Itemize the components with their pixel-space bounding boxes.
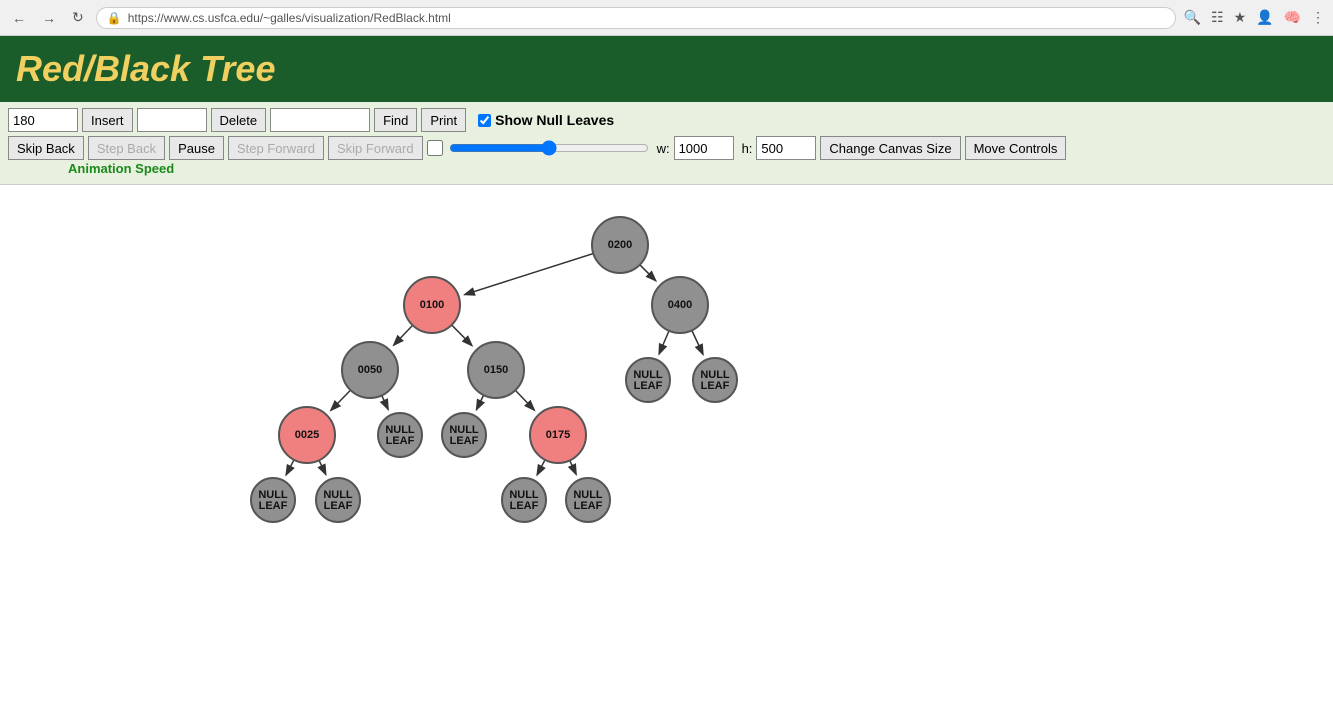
speed-slider[interactable] bbox=[449, 140, 649, 156]
lock-icon: 🔒 bbox=[107, 11, 122, 25]
profile-icon[interactable]: 👤 bbox=[1256, 9, 1273, 26]
svg-text:0400: 0400 bbox=[668, 299, 692, 311]
app-title: Red/Black Tree bbox=[16, 48, 1317, 90]
animation-speed-label-row: Animation Speed bbox=[8, 160, 1325, 178]
svg-text:LEAF: LEAF bbox=[259, 500, 288, 512]
delete-input[interactable] bbox=[137, 108, 207, 132]
svg-text:LEAF: LEAF bbox=[574, 500, 603, 512]
find-button[interactable]: Find bbox=[374, 108, 417, 132]
width-input[interactable] bbox=[674, 136, 734, 160]
speed-container bbox=[427, 140, 649, 156]
svg-text:0150: 0150 bbox=[484, 364, 508, 376]
controls-row1: Insert Delete Find Print Show Null Leave… bbox=[8, 108, 1325, 132]
svg-text:LEAF: LEAF bbox=[324, 500, 353, 512]
insert-input[interactable] bbox=[8, 108, 78, 132]
zoom-icon[interactable]: 🔍 bbox=[1184, 9, 1201, 26]
pause-button[interactable]: Pause bbox=[169, 136, 224, 160]
w-label: w: bbox=[657, 141, 670, 156]
svg-text:LEAF: LEAF bbox=[386, 435, 415, 447]
svg-text:0050: 0050 bbox=[358, 364, 382, 376]
url-bar[interactable]: 🔒 https://www.cs.usfca.edu/~galles/visua… bbox=[96, 7, 1176, 29]
svg-text:LEAF: LEAF bbox=[634, 380, 663, 392]
bookmark-icon[interactable]: ★ bbox=[1234, 9, 1247, 26]
show-null-label: Show Null Leaves bbox=[478, 112, 614, 128]
find-input[interactable] bbox=[270, 108, 370, 132]
change-canvas-button[interactable]: Change Canvas Size bbox=[820, 136, 960, 160]
extensions-icon[interactable]: 🧠 bbox=[1284, 9, 1301, 26]
browser-chrome: ← → ↻ 🔒 https://www.cs.usfca.edu/~galles… bbox=[0, 0, 1333, 36]
forward-button[interactable]: → bbox=[38, 8, 60, 28]
step-forward-button[interactable]: Step Forward bbox=[228, 136, 324, 160]
back-button[interactable]: ← bbox=[8, 8, 30, 28]
animation-speed-label: Animation Speed bbox=[68, 161, 174, 176]
speed-checkbox[interactable] bbox=[427, 140, 443, 156]
reader-icon[interactable]: ☷ bbox=[1211, 9, 1224, 26]
show-null-checkbox[interactable] bbox=[478, 114, 491, 127]
svg-text:0200: 0200 bbox=[608, 239, 632, 251]
skip-forward-button[interactable]: Skip Forward bbox=[328, 136, 423, 160]
reload-button[interactable]: ↻ bbox=[68, 7, 88, 28]
skip-back-button[interactable]: Skip Back bbox=[8, 136, 84, 160]
url-text: https://www.cs.usfca.edu/~galles/visuali… bbox=[128, 11, 451, 25]
svg-text:0175: 0175 bbox=[546, 429, 570, 441]
height-input[interactable] bbox=[756, 136, 816, 160]
h-label: h: bbox=[742, 141, 753, 156]
svg-text:LEAF: LEAF bbox=[510, 500, 539, 512]
controls-area: Insert Delete Find Print Show Null Leave… bbox=[0, 102, 1333, 185]
menu-icon[interactable]: ⋮ bbox=[1311, 9, 1325, 26]
delete-button[interactable]: Delete bbox=[211, 108, 267, 132]
print-button[interactable]: Print bbox=[421, 108, 466, 132]
browser-icons: 🔍 ☷ ★ 👤 🧠 ⋮ bbox=[1184, 9, 1325, 26]
step-back-button[interactable]: Step Back bbox=[88, 136, 165, 160]
svg-text:0025: 0025 bbox=[295, 429, 319, 441]
svg-text:LEAF: LEAF bbox=[701, 380, 730, 392]
svg-text:0100: 0100 bbox=[420, 299, 444, 311]
svg-text:LEAF: LEAF bbox=[450, 435, 479, 447]
tree-svg: 02000100040000500150NULLLEAFNULLLEAF0025… bbox=[0, 185, 1333, 725]
controls-row2: Skip Back Step Back Pause Step Forward S… bbox=[8, 136, 1325, 160]
insert-button[interactable]: Insert bbox=[82, 108, 133, 132]
app-header: Red/Black Tree bbox=[0, 36, 1333, 102]
canvas-area: 02000100040000500150NULLLEAFNULLLEAF0025… bbox=[0, 185, 1333, 725]
move-controls-button[interactable]: Move Controls bbox=[965, 136, 1067, 160]
